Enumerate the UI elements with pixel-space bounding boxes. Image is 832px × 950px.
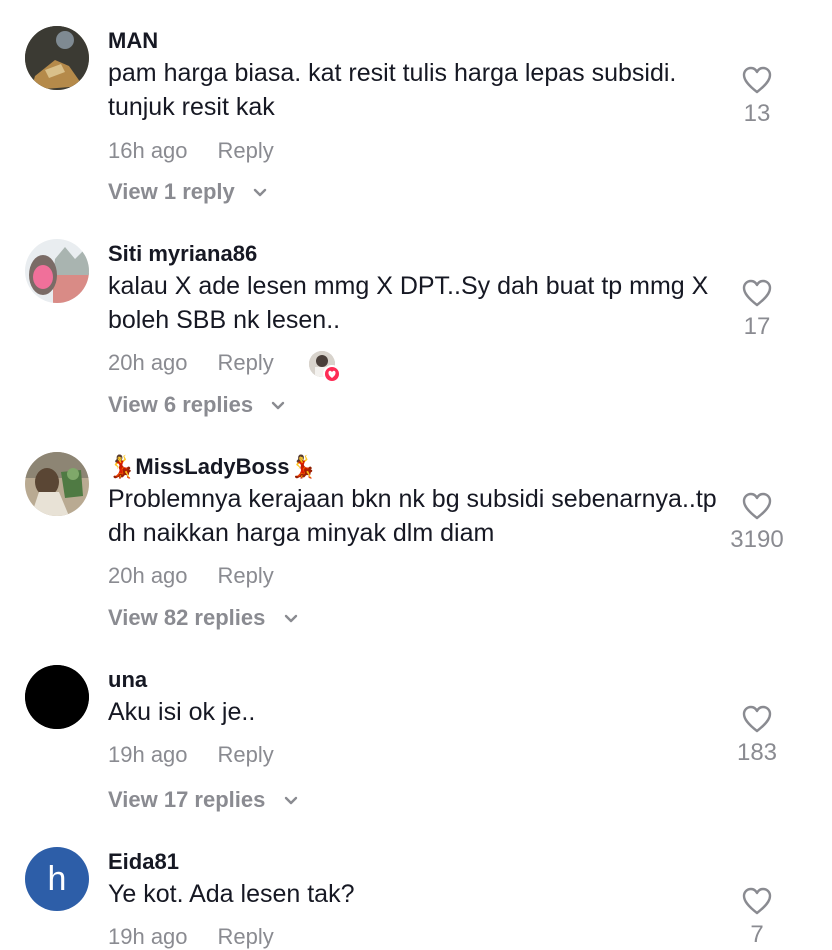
view-replies-label: View 17 replies: [108, 787, 266, 812]
comment-meta: 19h ago Reply: [108, 924, 274, 950]
comment-text: kalau X ade lesen mmg X DPT..Sy dah buat…: [108, 272, 709, 334]
comment-time: 19h ago: [108, 742, 188, 767]
view-replies-button[interactable]: View 1 reply: [108, 179, 267, 205]
chevron-down-icon: [284, 614, 297, 623]
comment-text: pam harga biasa. kat resit tulis harga l…: [108, 59, 677, 121]
comment-username[interactable]: Siti myriana86: [108, 241, 257, 267]
comment-meta: 19h ago Reply: [108, 742, 274, 768]
heart-icon: [742, 492, 772, 520]
chevron-down-icon: [272, 401, 285, 410]
photo-avatar-icon: [25, 452, 89, 516]
like-count: 183: [736, 739, 778, 766]
reply-button[interactable]: Reply: [218, 924, 274, 949]
comment-username[interactable]: MAN: [108, 28, 158, 54]
comment-text: Ye kot. Ada lesen tak?: [108, 880, 355, 908]
comment-meta: 16h ago Reply: [108, 138, 274, 164]
user-avatar[interactable]: [25, 239, 89, 303]
heart-icon: [742, 887, 772, 915]
like-count: 7: [750, 921, 764, 948]
heart-icon: [742, 279, 772, 307]
letter-avatar-icon: h: [47, 860, 67, 898]
like-count: 17: [743, 313, 771, 340]
reply-button[interactable]: Reply: [218, 742, 274, 767]
like-count: 3190: [730, 526, 784, 553]
photo-avatar-icon: [25, 26, 89, 90]
view-replies-button[interactable]: View 82 replies: [108, 605, 298, 631]
comment-meta: 20h ago Reply: [108, 350, 274, 376]
user-avatar[interactable]: [25, 665, 89, 729]
view-replies-label: View 82 replies: [108, 605, 266, 630]
like-button[interactable]: 7: [722, 887, 792, 949]
photo-avatar-icon: [25, 239, 89, 303]
like-button[interactable]: 183: [722, 705, 792, 767]
comment-time: 19h ago: [108, 924, 188, 949]
view-replies-button[interactable]: View 17 replies: [108, 787, 298, 813]
chevron-down-icon: [253, 188, 267, 197]
comment-username[interactable]: una: [108, 667, 147, 693]
comment-time: 20h ago: [108, 563, 188, 588]
heart-icon: [742, 705, 772, 733]
like-button[interactable]: 13: [722, 66, 792, 128]
view-replies-label: View 1 reply: [108, 179, 235, 204]
user-avatar[interactable]: h: [25, 847, 89, 911]
reply-button[interactable]: Reply: [218, 350, 274, 375]
user-avatar[interactable]: [25, 452, 89, 516]
heart-icon: [742, 66, 772, 94]
comment-meta: 20h ago Reply: [108, 563, 274, 589]
view-replies-label: View 6 replies: [108, 392, 254, 417]
reply-button[interactable]: Reply: [218, 563, 274, 588]
comment-username[interactable]: Eida81: [108, 849, 179, 875]
comment-time: 20h ago: [108, 350, 188, 375]
view-replies-button[interactable]: View 6 replies: [108, 392, 285, 418]
like-button[interactable]: 17: [722, 279, 792, 341]
chevron-down-icon: [284, 796, 297, 805]
black-avatar-icon: [25, 665, 89, 729]
comment-text: Aku isi ok je..: [108, 698, 256, 726]
creator-liked-heart-icon: [323, 365, 341, 383]
comment-time: 16h ago: [108, 138, 188, 163]
like-count: 13: [743, 100, 771, 127]
comment-text: Problemnya kerajaan bkn nk bg subsidi se…: [108, 485, 717, 547]
comment-username[interactable]: 💃MissLadyBoss💃: [108, 454, 317, 480]
reply-button[interactable]: Reply: [218, 138, 274, 163]
like-button[interactable]: 3190: [722, 492, 792, 554]
user-avatar[interactable]: [25, 26, 89, 90]
